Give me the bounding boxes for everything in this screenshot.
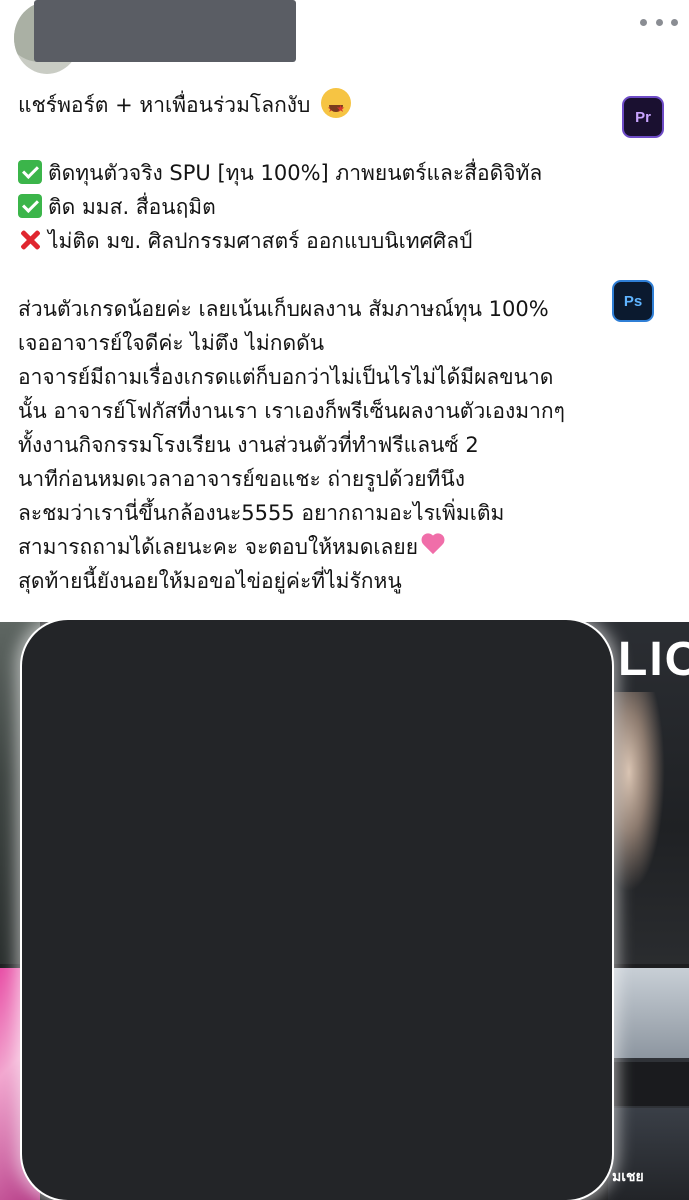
more-options-button[interactable]: [640, 10, 678, 34]
collage-caption: มเชย: [612, 1168, 644, 1184]
body-line: เจออาจารย์ใจดีค่ะ ไม่ตึง ไม่กดดัน: [18, 331, 325, 355]
result-text: ไม่ติด มข. ศิลปกรรมศาสตร์ ออกแบบนิเทศศิล…: [48, 229, 473, 253]
more-options-icon: [640, 18, 647, 26]
premiere-pro-icon: Pr: [622, 96, 664, 138]
post-body: แชร์พอร์ต + หาเพื่อนร่วมโลกงับ ติดทุนตัว…: [18, 88, 678, 598]
body-line: สุดท้ายนี้ยังนอยให้มอขอไข่อยู่ค่ะที่ไม่ร…: [18, 569, 402, 593]
author-name-redacted: [34, 0, 296, 62]
more-options-icon-dot: [655, 18, 663, 26]
body-line: อาจารย์มีถามเรื่องเกรดแต่ก็บอกว่าไม่เป็น…: [18, 365, 554, 389]
body-line: ส่วนตัวเกรดน้อยค่ะ เลยเน้นเก็บผลงาน สัมภ…: [18, 297, 549, 321]
body-line: นาทีก่อนหมดเวลาอาจารย์ขอแชะ ถ่ายรูปด้วยท…: [18, 467, 466, 491]
gallery-photo-right-bottom[interactable]: มเชย: [608, 968, 689, 1200]
star-struck-face-icon: [321, 88, 352, 127]
result-text: ติดทุนตัวจริง SPU [ทุน 100%] ภาพยนตร์และ…: [48, 161, 543, 185]
check-mark-icon: [18, 160, 42, 184]
post-title-line: แชร์พอร์ต + หาเพื่อนร่วมโลกงับ: [18, 88, 678, 127]
collage-photo-1: [608, 968, 689, 1058]
body-line: นั้น อาจารย์โฟกัสที่งานเรา เราเองก็พรีเซ…: [18, 399, 565, 423]
body-line: ละชมว่าเรานี่ขึ้นกล้องนะ5555 อยากถามอะไร…: [18, 501, 505, 525]
portfolio-person-photo: [605, 692, 665, 892]
pink-heart-icon: [420, 534, 446, 558]
body-line-with-heart: สามารถถามได้เลยนะคะ จะตอบให้หมดเลยย: [18, 530, 678, 564]
post-title-text: แชร์พอร์ต + หาเพื่อนร่วมโลกงับ: [18, 93, 311, 117]
cross-mark-icon: [18, 228, 42, 252]
more-options-icon-dot: [671, 18, 678, 26]
collage-photo-2: [608, 1062, 689, 1106]
result-line: ติดทุนตัวจริง SPU [ทุน 100%] ภาพยนตร์และ…: [18, 156, 678, 190]
result-text: ติด มมส. สื่อนฤมิต: [48, 195, 216, 219]
redaction-overlay: [22, 620, 612, 1200]
result-line: ไม่ติด มข. ศิลปกรรมศาสตร์ ออกแบบนิเทศศิล…: [18, 224, 678, 258]
body-line-text: สามารถถามได้เลยนะคะ จะตอบให้หมดเลยย: [18, 535, 419, 559]
portfolio-title-fragment: LIO: [618, 633, 689, 686]
result-line: ติด มมส. สื่อนฤมิต: [18, 190, 678, 224]
photoshop-icon: Ps: [612, 280, 654, 322]
check-mark-icon: [18, 194, 42, 218]
body-line: ทั้งงานกิจกรรมโรงเรียน งานส่วนตัวที่ทำฟร…: [18, 433, 479, 457]
